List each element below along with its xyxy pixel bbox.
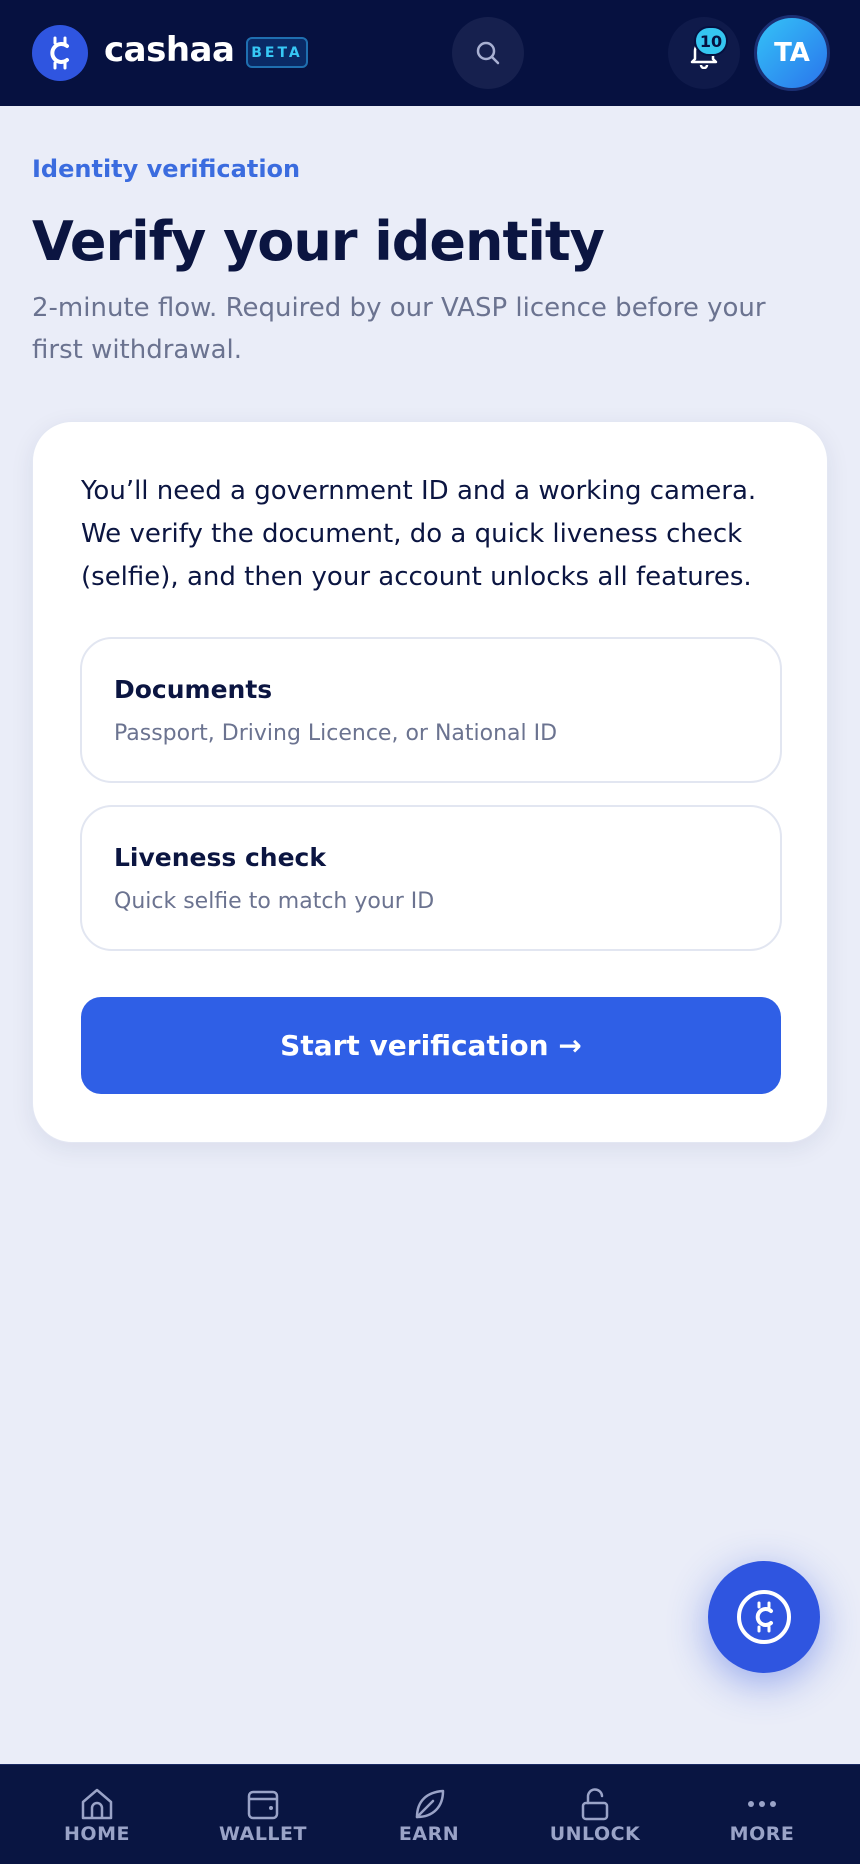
top-bar: cashaa BETA 10 TA	[0, 0, 860, 106]
nav-item-home[interactable]: HOME	[27, 1765, 167, 1864]
page-title: Verify your identity	[32, 210, 605, 273]
search-button[interactable]	[452, 17, 524, 89]
nav-label: UNLOCK	[549, 1823, 641, 1845]
notification-count-badge: 10	[694, 26, 728, 56]
nav-item-unlock[interactable]: UNLOCK	[525, 1765, 665, 1864]
bottom-nav: HOME WALLET EARN UNLOCK MORE	[0, 1764, 860, 1864]
page-subtitle: 2-minute flow. Required by our VASP lice…	[32, 293, 766, 365]
nav-label: HOME	[64, 1823, 130, 1845]
nav-item-more[interactable]: MORE	[692, 1765, 832, 1864]
cashaa-logo-icon[interactable]	[32, 25, 88, 81]
nav-item-wallet[interactable]: WALLET	[193, 1765, 333, 1864]
avatar[interactable]: TA	[754, 15, 830, 91]
liveness-check-option: Liveness check Quick selfie to match you…	[80, 805, 782, 951]
more-dots-icon	[748, 1801, 776, 1807]
leaf-icon	[415, 1789, 445, 1819]
wallet-icon	[247, 1790, 279, 1820]
unlock-icon	[581, 1788, 609, 1821]
beta-badge: BETA	[246, 37, 308, 68]
nav-label: EARN	[398, 1823, 460, 1845]
option-title: Liveness check	[114, 843, 326, 872]
brand-name: cashaa	[104, 30, 235, 70]
section-eyebrow: Identity verification	[32, 155, 301, 183]
cashaa-logo-icon	[737, 1590, 791, 1644]
card-intro-text: You’ll need a government ID and a workin…	[81, 476, 757, 592]
nav-item-earn[interactable]: EARN	[359, 1765, 499, 1864]
nav-label: MORE	[729, 1823, 795, 1845]
home-icon	[81, 1788, 113, 1820]
verification-card: You’ll need a government ID and a workin…	[32, 421, 828, 1143]
option-description: Passport, Driving Licence, or National I…	[114, 721, 558, 746]
option-title: Documents	[114, 675, 273, 704]
assistant-fab-button[interactable]	[708, 1561, 820, 1673]
nav-label: WALLET	[219, 1823, 307, 1845]
option-description: Quick selfie to match your ID	[114, 889, 435, 914]
documents-option: Documents Passport, Driving Licence, or …	[80, 637, 782, 783]
start-verification-button[interactable]: Start verification →	[81, 997, 781, 1094]
search-icon	[476, 41, 500, 65]
